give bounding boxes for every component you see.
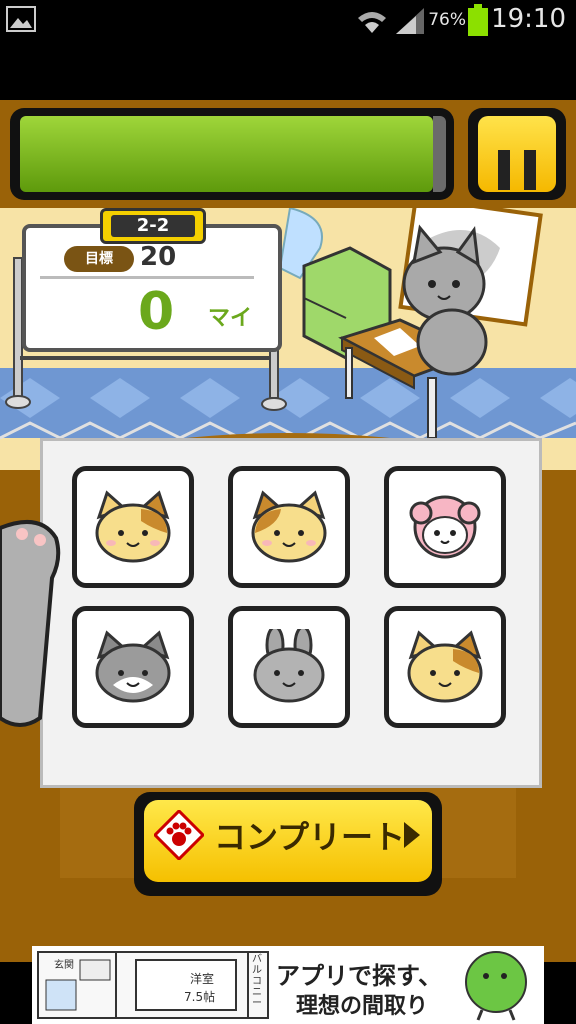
battery-icon [468,4,488,36]
green-mascot-icon [465,951,527,1021]
ad-room-label: 洋室 [190,972,215,986]
paw-icon [154,810,204,860]
gray-rabbit-icon [253,629,325,703]
goal-tag: 目標 [64,246,134,272]
stage-label: 2-2 [111,215,195,237]
animal-tile-4[interactable] [72,606,194,728]
arrow-right-icon [404,822,420,848]
ad-subheadline: 理想の間取り [296,994,429,1019]
game-area: 2-2 目標 20 0 マイ コンプリート [0,100,576,962]
ad-room-size: 7.5帖 [184,990,216,1004]
ad-entrance-label: 玄関 [54,960,74,971]
ad-balcony-label: バルコニー [252,954,262,1009]
animal-tile-5[interactable] [228,606,350,728]
goal-value: 20 [140,242,177,272]
calico-cat-icon [95,490,171,563]
timer-bar-remaining [433,116,446,192]
cell-signal-icon [396,8,424,34]
complete-button-label: コンプリート [214,818,406,856]
calico-cat-icon [251,490,327,563]
animal-tile-6[interactable] [384,606,506,728]
score-value: 0 [138,282,175,342]
battery-percent: 76% [428,10,466,30]
image-notification-icon [6,6,36,32]
wifi-icon [358,12,386,33]
status-bar: 76% 19:10 [0,0,576,42]
gray-tabby-cat-icon [95,630,171,703]
calico-cat-icon [407,630,483,703]
pause-icon [498,150,510,190]
pause-icon-bar [524,150,536,190]
animal-tile-3[interactable] [384,466,506,588]
pause-button-face[interactable] [478,116,556,192]
animal-tile-1[interactable] [72,466,194,588]
clock: 19:10 [491,4,566,34]
cat-paw-decoration [0,520,61,727]
board-divider [40,276,254,279]
pink-sheep-icon [409,495,481,559]
ad-headline: アプリで探す、 [276,962,443,990]
timer-bar-fill [20,116,433,192]
animal-tile-2[interactable] [228,466,350,588]
stage-badge: 2-2 [100,208,206,244]
score-unit: マイ [208,306,253,331]
